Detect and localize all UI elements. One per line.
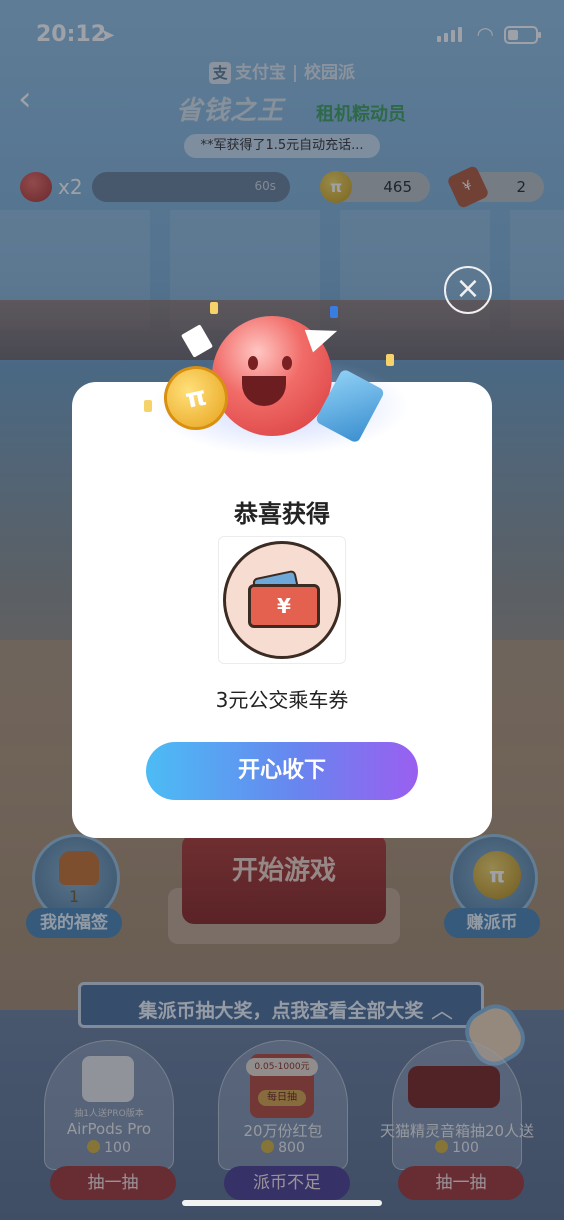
mascot-eye: [248, 356, 258, 370]
confetti-icon: [386, 354, 394, 366]
confetti-icon: [144, 400, 152, 412]
mascot-mouth: [242, 376, 286, 406]
close-icon[interactable]: ×: [444, 266, 492, 314]
voucher-circle: ¥: [223, 541, 341, 659]
paper-plane-icon: [304, 319, 342, 353]
modal-title: 恭喜获得: [234, 500, 330, 528]
mascot-eye: [282, 356, 292, 370]
prize-name: 3元公交乘车券: [215, 688, 349, 712]
confetti-icon: [210, 302, 218, 314]
accept-button[interactable]: 开心收下: [146, 742, 418, 800]
paper-icon: [180, 324, 214, 358]
mascot-illustration: π: [130, 296, 430, 466]
ticket-icon: ¥: [248, 584, 320, 628]
confetti-icon: [330, 306, 338, 318]
voucher-image: ¥: [218, 536, 346, 664]
home-indicator[interactable]: [182, 1200, 382, 1206]
